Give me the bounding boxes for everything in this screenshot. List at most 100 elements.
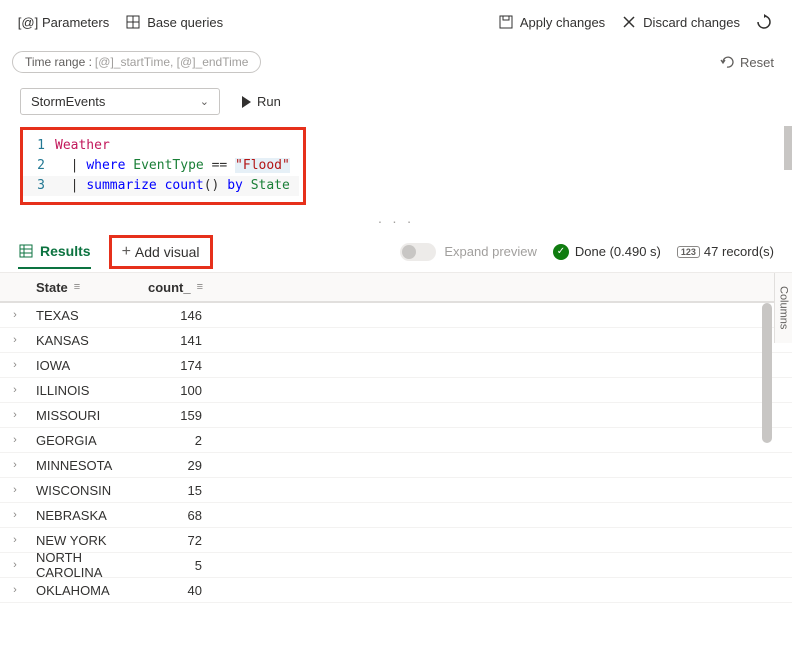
table-row[interactable]: ›ILLINOIS100 bbox=[0, 378, 792, 403]
col-menu-icon[interactable]: ≡ bbox=[197, 281, 203, 293]
run-button[interactable]: Run bbox=[232, 89, 291, 114]
tab-results[interactable]: Results bbox=[18, 235, 91, 269]
add-visual-label: Add visual bbox=[135, 244, 200, 260]
table-row[interactable]: ›GEORGIA2 bbox=[0, 428, 792, 453]
table-icon bbox=[18, 243, 34, 259]
table-row[interactable]: ›NEBRASKA68 bbox=[0, 503, 792, 528]
cell-count: 29 bbox=[148, 458, 208, 473]
table-row[interactable]: ›KANSAS141 bbox=[0, 328, 792, 353]
cell-state: NEBRASKA bbox=[30, 508, 148, 523]
expand-row-icon[interactable]: › bbox=[0, 409, 30, 421]
table-row[interactable]: ›WISCONSIN15 bbox=[0, 478, 792, 503]
results-grid: State ≡ count_ ≡ ›TEXAS146›KANSAS141›IOW… bbox=[0, 273, 792, 613]
table-row[interactable]: ›MINNESOTA29 bbox=[0, 453, 792, 478]
save-icon bbox=[498, 14, 514, 30]
table-row[interactable]: ›MISSOURI159 bbox=[0, 403, 792, 428]
apply-changes-button[interactable]: Apply changes bbox=[490, 10, 613, 34]
base-queries-button[interactable]: Base queries bbox=[117, 10, 231, 34]
cell-state: TEXAS bbox=[30, 308, 148, 323]
cell-count: 146 bbox=[148, 308, 208, 323]
top-toolbar: [@] Parameters Base queries Apply change… bbox=[0, 0, 792, 44]
check-icon: ✓ bbox=[553, 244, 569, 260]
cell-state: ILLINOIS bbox=[30, 383, 148, 398]
right-scroll-cap bbox=[784, 126, 792, 170]
source-dropdown-value: StormEvents bbox=[31, 94, 105, 109]
cell-count: 68 bbox=[148, 508, 208, 523]
refresh-icon bbox=[756, 14, 772, 30]
add-visual-button[interactable]: + Add visual bbox=[109, 235, 213, 269]
status-done: ✓ Done (0.490 s) bbox=[553, 244, 661, 260]
timerange-pill[interactable]: Time range : [@]_startTime, [@]_endTime bbox=[12, 51, 261, 73]
cell-count: 5 bbox=[148, 558, 208, 573]
cell-state: IOWA bbox=[30, 358, 148, 373]
code-line[interactable]: | where EventType == "Flood" bbox=[55, 156, 290, 176]
cell-count: 72 bbox=[148, 533, 208, 548]
expand-row-icon[interactable]: › bbox=[0, 509, 30, 521]
chevron-down-icon: ⌄ bbox=[200, 95, 209, 108]
grid-body[interactable]: ›TEXAS146›KANSAS141›IOWA174›ILLINOIS100›… bbox=[0, 303, 792, 613]
cell-count: 100 bbox=[148, 383, 208, 398]
reset-button[interactable]: Reset bbox=[713, 50, 780, 74]
columns-panel-label: Columns bbox=[778, 286, 790, 329]
expand-preview-label: Expand preview bbox=[444, 244, 537, 259]
close-icon bbox=[621, 14, 637, 30]
table-row[interactable]: ›NORTH CAROLINA5 bbox=[0, 553, 792, 578]
expand-row-icon[interactable]: › bbox=[0, 534, 30, 546]
parameters-button[interactable]: [@] Parameters bbox=[12, 10, 117, 34]
col-count[interactable]: count_ bbox=[148, 280, 191, 295]
tab-results-label: Results bbox=[40, 243, 91, 259]
expand-row-icon[interactable]: › bbox=[0, 434, 30, 446]
expand-row-icon[interactable]: › bbox=[0, 384, 30, 396]
parameters-label: Parameters bbox=[42, 15, 109, 30]
cell-count: 2 bbox=[148, 433, 208, 448]
cell-state: OKLAHOMA bbox=[30, 583, 148, 598]
cell-count: 15 bbox=[148, 483, 208, 498]
cell-state: WISCONSIN bbox=[30, 483, 148, 498]
col-menu-icon[interactable]: ≡ bbox=[74, 281, 80, 293]
expand-row-icon[interactable]: › bbox=[0, 459, 30, 471]
timerange-value: [@]_startTime, [@]_endTime bbox=[95, 55, 249, 69]
source-dropdown[interactable]: StormEvents ⌄ bbox=[20, 88, 220, 115]
expand-row-icon[interactable]: › bbox=[0, 309, 30, 321]
cell-state: MINNESOTA bbox=[30, 458, 148, 473]
run-label: Run bbox=[257, 94, 281, 109]
cell-state: MISSOURI bbox=[30, 408, 148, 423]
line-number: 3 bbox=[23, 176, 55, 196]
expand-row-icon[interactable]: › bbox=[0, 359, 30, 371]
run-row: StormEvents ⌄ Run bbox=[0, 84, 792, 125]
grid-header: State ≡ count_ ≡ bbox=[0, 273, 792, 303]
expand-row-icon[interactable]: › bbox=[0, 334, 30, 346]
expand-row-icon[interactable]: › bbox=[0, 559, 30, 571]
cell-count: 40 bbox=[148, 583, 208, 598]
expand-row-icon[interactable]: › bbox=[0, 584, 30, 596]
reset-label: Reset bbox=[740, 55, 774, 70]
status-text: Done (0.490 s) bbox=[575, 244, 661, 259]
plus-icon: + bbox=[122, 243, 131, 261]
result-tabs-row: Results + Add visual Expand preview ✓ Do… bbox=[0, 231, 792, 273]
record-count: 123 47 record(s) bbox=[677, 244, 774, 259]
scrollbar[interactable] bbox=[762, 303, 772, 443]
refresh-button[interactable] bbox=[748, 10, 780, 34]
table-row[interactable]: ›IOWA174 bbox=[0, 353, 792, 378]
discard-changes-label: Discard changes bbox=[643, 15, 740, 30]
table-row[interactable]: ›TEXAS146 bbox=[0, 303, 792, 328]
code-line[interactable]: | summarize count() by State bbox=[55, 176, 290, 196]
record-count-text: 47 record(s) bbox=[704, 244, 774, 259]
expand-row-icon[interactable]: › bbox=[0, 484, 30, 496]
timerange-row: Time range : [@]_startTime, [@]_endTime … bbox=[0, 44, 792, 84]
undo-icon bbox=[719, 54, 735, 70]
timerange-label: Time range : bbox=[25, 55, 92, 69]
col-state[interactable]: State bbox=[36, 280, 68, 295]
discard-changes-button[interactable]: Discard changes bbox=[613, 10, 748, 34]
play-icon bbox=[242, 96, 251, 108]
expand-preview-toggle[interactable] bbox=[400, 243, 436, 261]
number-badge-icon: 123 bbox=[677, 246, 700, 258]
cell-state: KANSAS bbox=[30, 333, 148, 348]
cell-count: 174 bbox=[148, 358, 208, 373]
code-line[interactable]: Weather bbox=[55, 136, 110, 156]
query-editor[interactable]: 1Weather2 | where EventType == "Flood"3 … bbox=[20, 127, 306, 205]
columns-panel-toggle[interactable]: Columns bbox=[774, 273, 792, 343]
table-row[interactable]: ›OKLAHOMA40 bbox=[0, 578, 792, 603]
cell-state: NORTH CAROLINA bbox=[30, 550, 148, 580]
resize-handle[interactable]: · · · bbox=[0, 213, 792, 231]
